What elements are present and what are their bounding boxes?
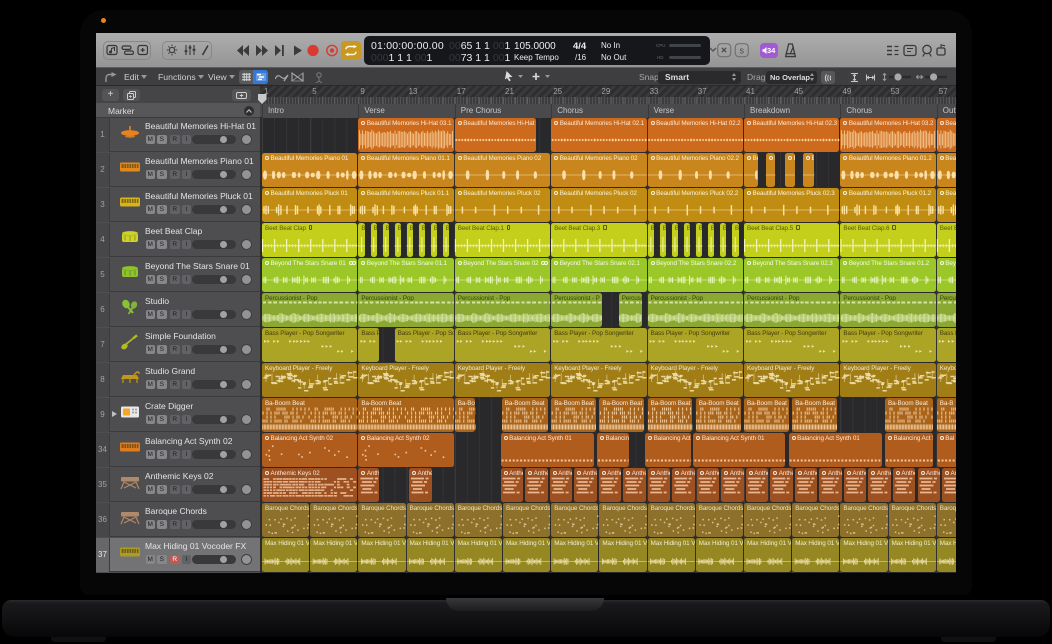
svg-text:s: s [740,45,745,55]
